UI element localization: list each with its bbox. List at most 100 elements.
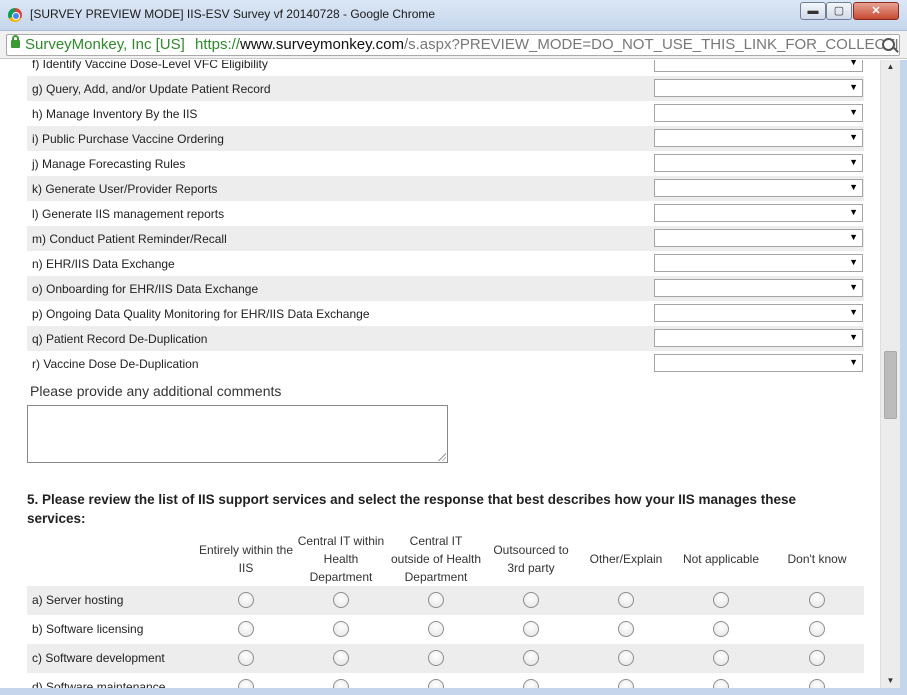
radio-button[interactable] — [713, 592, 729, 608]
response-dropdown[interactable]: ▼ — [654, 304, 863, 322]
vertical-scrollbar[interactable]: ▲ ▼ — [880, 60, 900, 688]
radio-button[interactable] — [713, 621, 729, 637]
response-dropdown[interactable]: ▼ — [654, 79, 863, 97]
close-button[interactable]: ✕ — [853, 2, 899, 20]
matrix-row-label: p) Ongoing Data Quality Monitoring for E… — [32, 307, 370, 321]
radio-button[interactable] — [428, 679, 444, 688]
matrix-row-label: f) Identify Vaccine Dose-Level VFC Eligi… — [32, 60, 268, 71]
column-header-line: Central IT within — [297, 534, 385, 548]
radio-button[interactable] — [428, 592, 444, 608]
radio-button[interactable] — [618, 650, 634, 666]
response-dropdown[interactable]: ▼ — [654, 279, 863, 297]
response-dropdown[interactable]: ▼ — [654, 254, 863, 272]
resize-grip-icon[interactable] — [438, 453, 446, 461]
dropdown-arrow-icon: ▼ — [849, 157, 858, 167]
radio-button[interactable] — [809, 592, 825, 608]
address-bar: SurveyMonkey, Inc [US] https://www.surve… — [0, 31, 907, 59]
dropdown-arrow-icon: ▼ — [849, 332, 858, 342]
scroll-thumb[interactable] — [884, 351, 897, 419]
matrix-row: i) Public Purchase Vaccine Ordering ▼ — [27, 126, 864, 151]
url-field[interactable]: SurveyMonkey, Inc [US] https://www.surve… — [6, 34, 900, 56]
radio-button[interactable] — [238, 592, 254, 608]
lock-icon — [11, 35, 20, 48]
column-header-line: Health — [323, 552, 359, 566]
radio-button[interactable] — [809, 650, 825, 666]
url-scheme: https:// — [195, 36, 241, 53]
dropdown-arrow-icon: ▼ — [849, 357, 858, 367]
response-dropdown[interactable]: ▼ — [654, 129, 863, 147]
survey-page: f) Identify Vaccine Dose-Level VFC Eligi… — [0, 60, 880, 688]
minimize-button[interactable]: ▬ — [800, 2, 826, 20]
radio-button[interactable] — [333, 621, 349, 637]
radio-button[interactable] — [333, 650, 349, 666]
dropdown-arrow-icon: ▼ — [849, 307, 858, 317]
response-dropdown[interactable]: ▼ — [654, 329, 863, 347]
radio-button[interactable] — [713, 650, 729, 666]
url-host: www.surveymonkey.com — [240, 36, 404, 53]
matrix-row-label: o) Onboarding for EHR/IIS Data Exchange — [32, 282, 259, 296]
matrix-row-label: h) Manage Inventory By the IIS — [32, 107, 198, 121]
response-dropdown[interactable]: ▼ — [654, 229, 863, 247]
search-icon[interactable] — [882, 38, 895, 51]
radio-button[interactable] — [713, 679, 729, 688]
window-title: [SURVEY PREVIEW MODE] IIS-ESV Survey vf … — [30, 7, 436, 21]
scroll-down-arrow-icon[interactable]: ▼ — [881, 674, 900, 688]
dropdown-arrow-icon: ▼ — [849, 182, 858, 192]
dropdown-arrow-icon: ▼ — [849, 107, 858, 117]
dropdown-arrow-icon: ▼ — [849, 60, 858, 67]
radio-button[interactable] — [428, 621, 444, 637]
matrix-row-label: k) Generate User/Provider Reports — [32, 182, 218, 196]
url-text: https://www.surveymonkey.com/s.aspx?PREV… — [195, 36, 899, 53]
matrix-row-label: d) Software maintenance — [32, 680, 166, 688]
radio-button[interactable] — [618, 679, 634, 688]
dropdown-arrow-icon: ▼ — [849, 82, 858, 92]
matrix-row: j) Manage Forecasting Rules ▼ — [27, 151, 864, 176]
radio-button[interactable] — [523, 621, 539, 637]
column-header-line: Department — [309, 570, 373, 584]
column-header-line: IIS — [238, 561, 254, 575]
radio-button[interactable] — [523, 679, 539, 688]
radio-button[interactable] — [238, 679, 254, 688]
column-header-line: Don't know — [787, 552, 847, 566]
comments-textarea[interactable] — [27, 405, 448, 463]
matrix-row: m) Conduct Patient Reminder/Recall ▼ — [27, 226, 864, 251]
radio-button[interactable] — [523, 650, 539, 666]
maximize-button[interactable]: ▢ — [826, 2, 852, 20]
radio-button[interactable] — [809, 679, 825, 688]
matrix-row: q) Patient Record De-Duplication ▼ — [27, 326, 864, 351]
column-header-line: outside of Health — [390, 552, 482, 566]
dropdown-arrow-icon: ▼ — [849, 207, 858, 217]
response-dropdown[interactable]: ▼ — [654, 60, 863, 72]
ev-certificate-badge[interactable]: SurveyMonkey, Inc [US] — [11, 35, 185, 53]
radio-button[interactable] — [428, 650, 444, 666]
response-dropdown[interactable]: ▼ — [654, 179, 863, 197]
column-header: Not applicable — [673, 550, 769, 568]
matrix-row-label: i) Public Purchase Vaccine Ordering — [32, 132, 224, 146]
radio-button[interactable] — [333, 592, 349, 608]
matrix-row: d) Software maintenance — [27, 673, 864, 688]
column-header: Other/Explain — [578, 550, 674, 568]
matrix-row: g) Query, Add, and/or Update Patient Rec… — [27, 76, 864, 101]
matrix-row: p) Ongoing Data Quality Monitoring for E… — [27, 301, 864, 326]
radio-button[interactable] — [238, 650, 254, 666]
matrix-row-label: m) Conduct Patient Reminder/Recall — [32, 232, 227, 246]
response-dropdown[interactable]: ▼ — [654, 104, 863, 122]
radio-button[interactable] — [809, 621, 825, 637]
radio-button[interactable] — [618, 621, 634, 637]
response-dropdown[interactable]: ▼ — [654, 154, 863, 172]
matrix-row: c) Software development — [27, 644, 864, 673]
comments-label: Please provide any additional comments — [30, 383, 282, 399]
scroll-up-arrow-icon[interactable]: ▲ — [881, 60, 900, 74]
radio-button[interactable] — [333, 679, 349, 688]
response-dropdown[interactable]: ▼ — [654, 204, 863, 222]
chrome-logo-icon — [8, 8, 22, 22]
dropdown-arrow-icon: ▼ — [849, 282, 858, 292]
column-header: Entirely within the IIS — [198, 541, 294, 577]
matrix-row: b) Software licensing — [27, 615, 864, 644]
window-frame-bottom — [0, 688, 907, 695]
radio-button[interactable] — [238, 621, 254, 637]
radio-button[interactable] — [523, 592, 539, 608]
matrix-row: l) Generate IIS management reports ▼ — [27, 201, 864, 226]
radio-button[interactable] — [618, 592, 634, 608]
response-dropdown[interactable]: ▼ — [654, 354, 863, 372]
